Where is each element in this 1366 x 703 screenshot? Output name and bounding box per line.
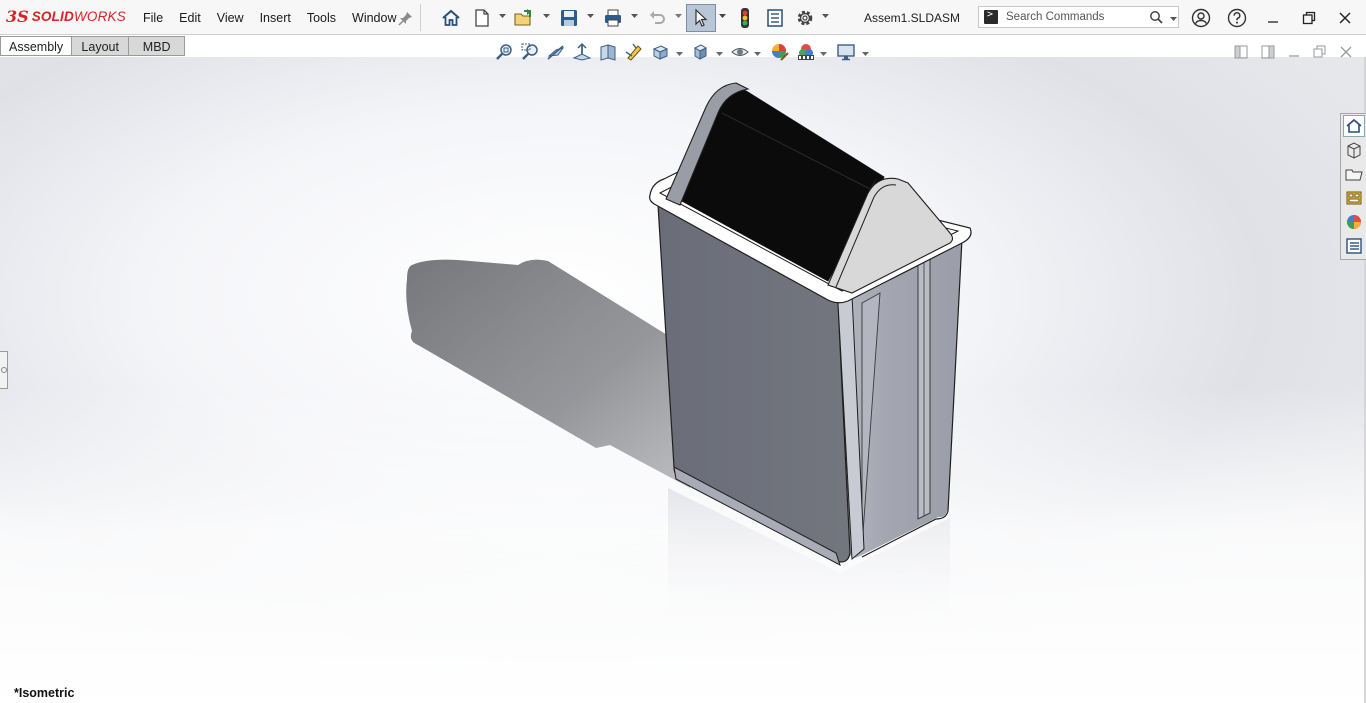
task-pane: [1340, 113, 1366, 260]
view-orientation-label: *Isometric: [14, 686, 75, 700]
file-explorer-folder-icon: [1345, 169, 1363, 181]
task-pane-design-library-tab[interactable]: [1343, 139, 1365, 161]
solidworks-resources-icon: [1346, 118, 1362, 133]
task-pane-file-explorer-tab[interactable]: [1343, 163, 1365, 185]
feature-manager-collapse-tab[interactable]: [0, 351, 8, 389]
appearances-scenes-icon: [1347, 215, 1361, 229]
task-pane-view-palette-tab[interactable]: [1343, 187, 1365, 209]
view-palette-icon: [1346, 191, 1362, 205]
custom-properties-icon: [1346, 238, 1362, 254]
task-pane-custom-properties-tab[interactable]: [1343, 235, 1365, 257]
model-shadow: [406, 259, 690, 488]
task-pane-resources-tab[interactable]: [1343, 115, 1365, 137]
model-scene[interactable]: [0, 0, 1366, 646]
task-pane-appearances-tab[interactable]: [1343, 211, 1365, 233]
design-library-icon: [1347, 142, 1361, 159]
